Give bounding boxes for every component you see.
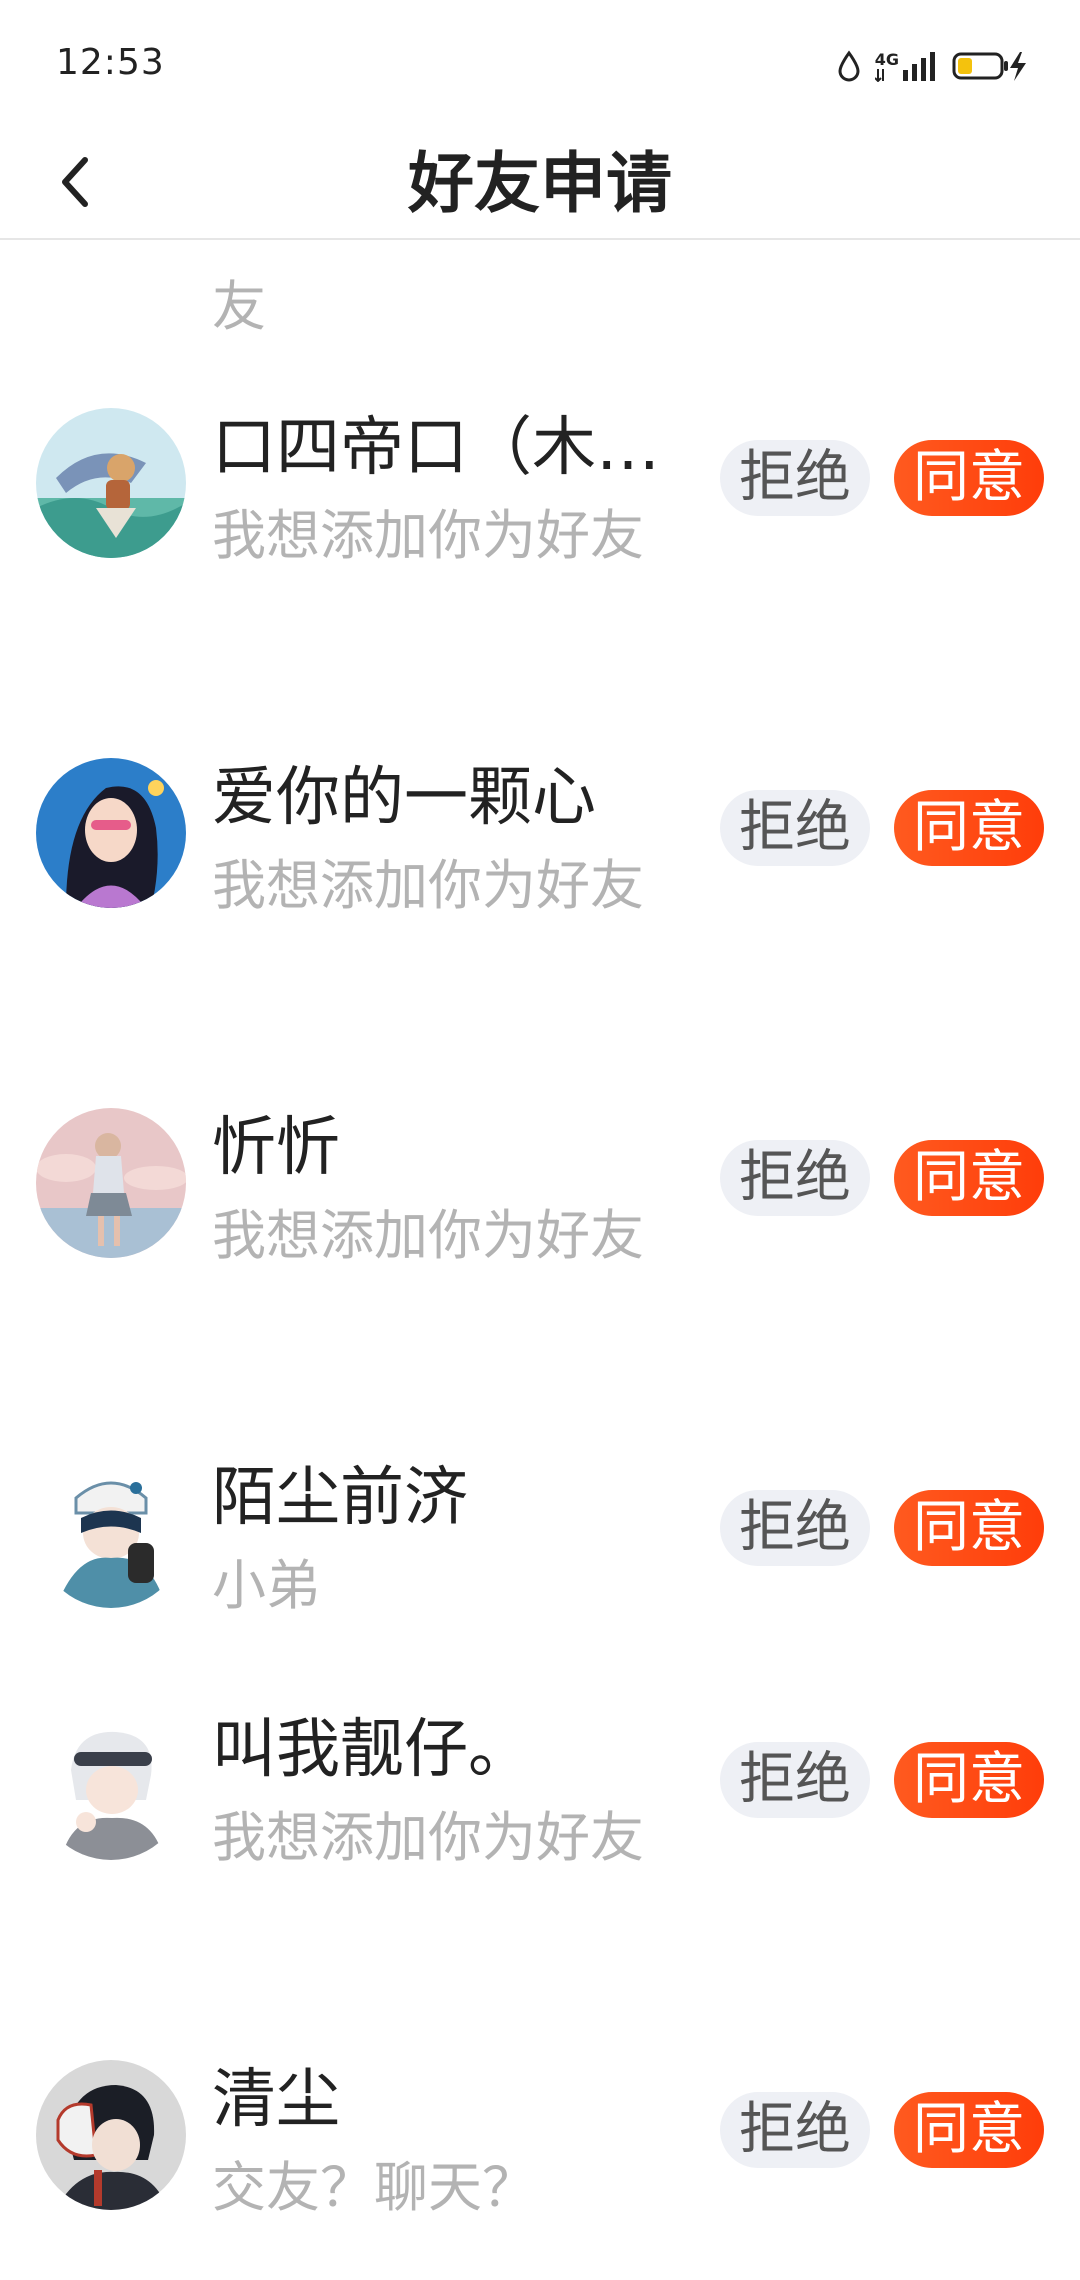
request-message: 我想添加你为好友 xyxy=(212,1204,644,1267)
reject-button[interactable]: 拒绝 xyxy=(720,2092,870,2168)
accept-button[interactable]: 同意 xyxy=(894,1490,1044,1566)
request-info: 叫我靓仔。 我想添加你为好友 xyxy=(212,1710,692,1886)
status-time: 12:53 xyxy=(56,42,165,83)
request-message: 我想添加你为好友 xyxy=(212,1806,644,1869)
battery-charging-icon xyxy=(952,50,1028,82)
requester-name: 陌尘前济 xyxy=(212,1461,468,1535)
network-type: 4G xyxy=(874,50,899,69)
nav-bar: 好友申请 xyxy=(0,130,1080,240)
reject-button[interactable]: 拒绝 xyxy=(720,440,870,516)
partial-message: 友 xyxy=(212,275,266,338)
request-message: 交友？聊天？ xyxy=(212,2156,536,2219)
accept-button[interactable]: 同意 xyxy=(894,2092,1044,2168)
signal-4g-icon: 4G xyxy=(874,50,938,82)
requester-name: 忻忻 xyxy=(212,1111,340,1185)
avatar[interactable] xyxy=(36,408,186,558)
request-message: 小弟 xyxy=(212,1554,320,1617)
requester-name: 叫我靓仔。 xyxy=(212,1713,532,1787)
requester-name: 爱你的一颗心 xyxy=(212,761,596,835)
avatar[interactable] xyxy=(36,1458,186,1608)
avatar[interactable] xyxy=(36,758,186,908)
request-message: 我想添加你为好友 xyxy=(212,854,644,917)
friend-request-list[interactable]: 友 口四帝口（木… 我想添加你为好友 拒绝 同意 爱你的一颗心 我想添加你为好友… xyxy=(0,240,1080,2280)
reject-button[interactable]: 拒绝 xyxy=(720,1742,870,1818)
accept-button[interactable]: 同意 xyxy=(894,1742,1044,1818)
accept-button[interactable]: 同意 xyxy=(894,440,1044,516)
reject-button[interactable]: 拒绝 xyxy=(720,1490,870,1566)
requester-name: 口四帝口（木… xyxy=(212,411,660,485)
accept-button[interactable]: 同意 xyxy=(894,790,1044,866)
accept-button[interactable]: 同意 xyxy=(894,1140,1044,1216)
status-bar: 12:53 4G xyxy=(0,0,1080,130)
avatar[interactable] xyxy=(36,2060,186,2210)
avatar[interactable] xyxy=(36,1710,186,1860)
request-info: 陌尘前济 小弟 xyxy=(212,1458,692,1634)
reject-button[interactable]: 拒绝 xyxy=(720,1140,870,1216)
request-info: 忻忻 我想添加你为好友 xyxy=(212,1108,692,1284)
requester-name: 清尘 xyxy=(212,2063,340,2137)
avatar[interactable] xyxy=(36,1108,186,1258)
request-info: 爱你的一颗心 我想添加你为好友 xyxy=(212,758,692,934)
water-drop-icon xyxy=(837,50,861,82)
request-info: 清尘 交友？聊天？ xyxy=(212,2060,692,2236)
page-title: 好友申请 xyxy=(408,145,672,222)
request-info: 口四帝口（木… 我想添加你为好友 xyxy=(212,408,692,584)
reject-button[interactable]: 拒绝 xyxy=(720,790,870,866)
request-message: 我想添加你为好友 xyxy=(212,504,644,567)
status-icons: 4G xyxy=(837,48,1028,84)
